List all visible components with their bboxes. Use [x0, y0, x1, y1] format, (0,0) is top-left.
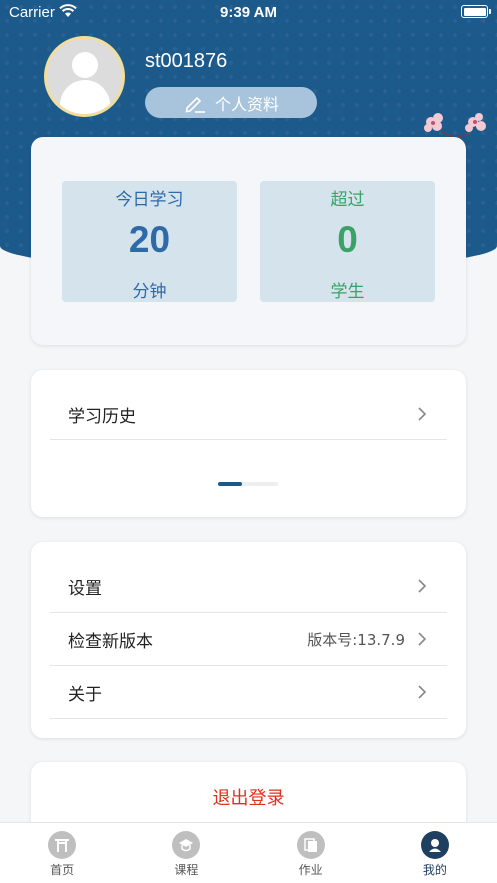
homework-icon	[296, 831, 325, 859]
exceed-label: 超过	[330, 190, 365, 210]
divider	[50, 718, 447, 719]
about-label: 关于	[68, 684, 102, 705]
today-stats-card: 今日学习 20 分钟 超过 0 学生	[31, 137, 466, 345]
edit-profile-button[interactable]: 个人资料	[145, 87, 317, 118]
exceed-box: 超过 0 学生	[260, 181, 435, 302]
status-time: 9:39 AM	[220, 4, 277, 21]
page-indicator-active	[218, 482, 242, 486]
study-time-box: 今日学习 20 分钟	[62, 181, 237, 302]
settings-card: 设置 检查新版本 版本号:13.7.9 关于	[31, 542, 466, 738]
profile-icon	[420, 831, 449, 859]
divider	[50, 439, 447, 440]
chevron-right-icon	[418, 579, 427, 593]
settings-label: 设置	[68, 578, 102, 599]
tab-home[interactable]: 首页	[0, 823, 124, 883]
tab-home-label: 首页	[50, 863, 75, 877]
exceed-unit: 学生	[330, 282, 365, 302]
tab-homework[interactable]: 作业	[249, 823, 373, 883]
edit-profile-label: 个人资料	[214, 94, 279, 114]
exceed-value: 0	[337, 219, 358, 260]
settings-row[interactable]: 设置	[50, 560, 447, 612]
study-history-label: 学习历史	[68, 406, 136, 427]
check-version-row[interactable]: 检查新版本 版本号:13.7.9	[50, 613, 447, 665]
study-unit: 分钟	[132, 282, 167, 302]
study-history-card: 学习历史	[31, 370, 466, 517]
study-label: 今日学习	[115, 190, 184, 210]
page-indicator	[218, 482, 278, 486]
tab-homework-label: 作业	[298, 863, 323, 877]
chevron-right-icon	[418, 407, 427, 421]
chevron-right-icon	[418, 632, 427, 646]
check-version-label: 检查新版本	[68, 631, 153, 652]
tab-mine-label: 我的	[422, 863, 447, 877]
avatar-head	[72, 52, 98, 78]
study-value: 20	[128, 219, 171, 260]
tab-mine[interactable]: 我的	[373, 823, 497, 883]
logout-label: 退出登录	[212, 788, 285, 809]
avatar[interactable]	[44, 36, 125, 117]
course-icon	[172, 831, 201, 859]
tab-course[interactable]: 课程	[124, 823, 248, 883]
tab-bar: 首页 课程 作业 我的	[0, 822, 497, 883]
battery-icon	[461, 5, 491, 18]
tab-course-label: 课程	[174, 863, 199, 877]
status-bar: Carrier 9:39 AM	[0, 0, 497, 26]
avatar-body	[60, 80, 110, 114]
pencil-icon	[185, 96, 205, 113]
chevron-right-icon	[418, 685, 427, 699]
version-number: 版本号:13.7.9	[307, 631, 405, 649]
about-row[interactable]: 关于	[50, 666, 447, 718]
study-history-row[interactable]: 学习历史	[50, 388, 447, 440]
username: st001876	[145, 50, 228, 72]
torii-icon	[48, 831, 77, 859]
